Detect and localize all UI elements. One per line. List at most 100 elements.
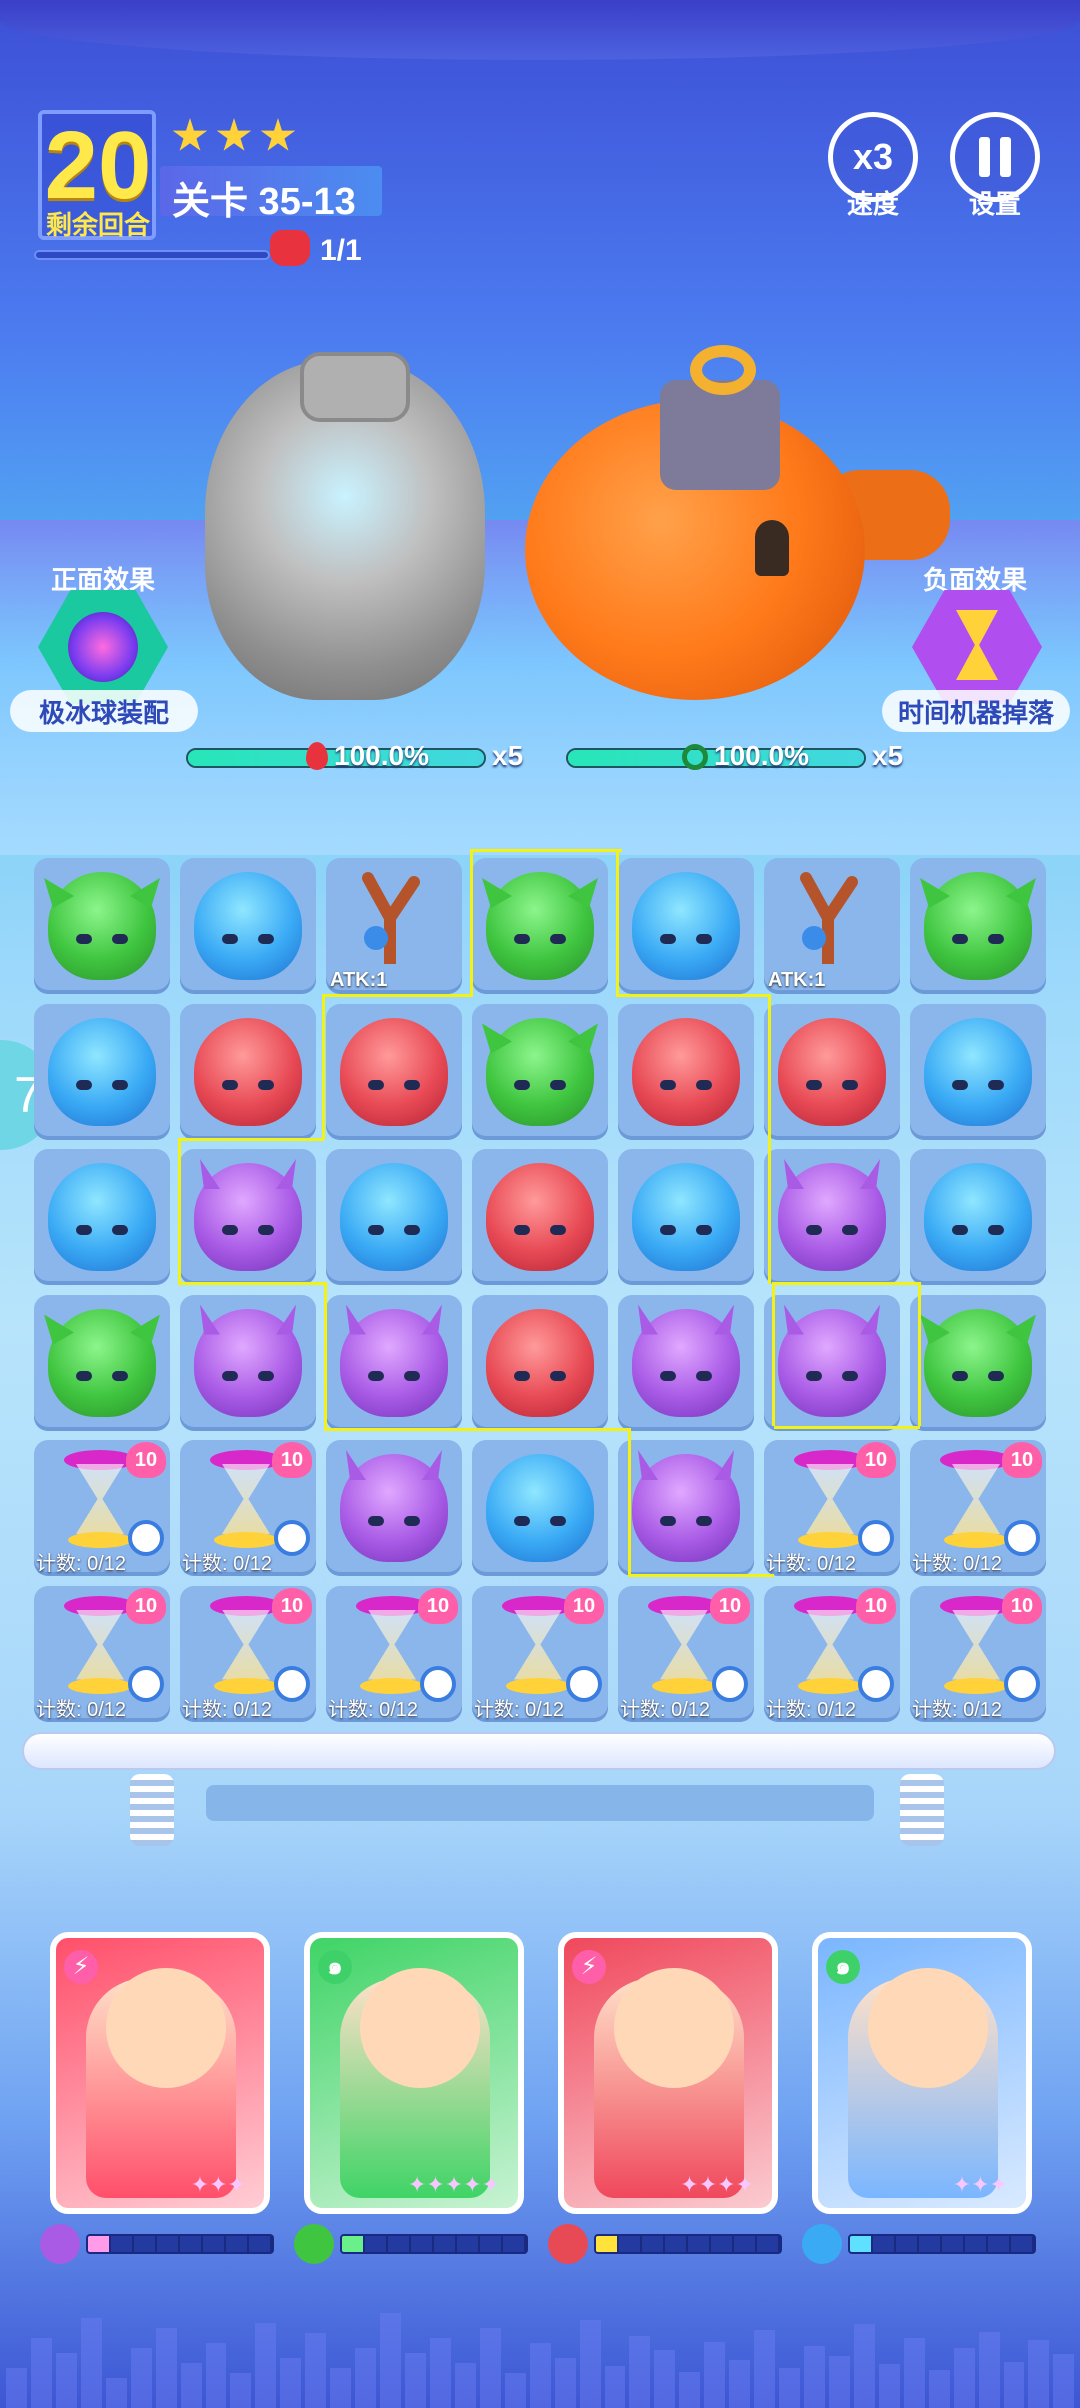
- board-cell[interactable]: [326, 1149, 462, 1285]
- hero-card[interactable]: ๑ ✦✦✦✦✦: [304, 1932, 524, 2214]
- hero-energy-bar: [594, 2234, 782, 2254]
- level-stars: [172, 118, 296, 154]
- board-cell[interactable]: [180, 858, 316, 994]
- board-cell[interactable]: [180, 1149, 316, 1285]
- board-cell[interactable]: 10 计数: 0/12: [910, 1440, 1046, 1576]
- board-cell[interactable]: [34, 858, 170, 994]
- board-cell[interactable]: [34, 1004, 170, 1140]
- board-cell[interactable]: [34, 1295, 170, 1431]
- board-cell[interactable]: [180, 1295, 316, 1431]
- eye: [696, 1371, 712, 1381]
- match-path-segment: [628, 1574, 774, 1577]
- green-monster-icon: [924, 1309, 1032, 1417]
- equalizer-bar: [1004, 2362, 1025, 2408]
- hero-card[interactable]: ⚡ ✦✦✦✦: [558, 1932, 778, 2214]
- board-cell[interactable]: [618, 858, 754, 994]
- red-monster-icon: [486, 1309, 594, 1417]
- eye: [550, 1516, 566, 1526]
- equalizer-bar: [455, 2363, 476, 2408]
- board-cell[interactable]: [764, 1295, 900, 1431]
- board-cell[interactable]: [764, 1149, 900, 1285]
- red-monster-icon: [340, 1018, 448, 1126]
- hero-card[interactable]: ⚡ ✦✦✦: [50, 1932, 270, 2214]
- hg-bot: [652, 1678, 716, 1694]
- board-cell[interactable]: [910, 1295, 1046, 1431]
- board-cell[interactable]: 10 计数: 0/12: [764, 1440, 900, 1576]
- board-cell[interactable]: [180, 1004, 316, 1140]
- eye: [660, 934, 676, 944]
- energy-segment: [850, 2236, 873, 2252]
- board-cell[interactable]: [472, 1295, 608, 1431]
- board-cell[interactable]: 10 计数: 0/12: [34, 1440, 170, 1576]
- eye: [696, 1080, 712, 1090]
- eye: [222, 1371, 238, 1381]
- board-cell[interactable]: [326, 1004, 462, 1140]
- board-cell[interactable]: ATK:1: [764, 858, 900, 994]
- board-cell[interactable]: ATK:1: [326, 858, 462, 994]
- board-cell[interactable]: [326, 1295, 462, 1431]
- hg-glass: [222, 1464, 270, 1534]
- hourglass-counter: 计数: 0/12: [912, 1693, 1002, 1722]
- energy-segment: [896, 2236, 919, 2252]
- hg-glass: [368, 1610, 416, 1680]
- energy-segment: [411, 2236, 434, 2252]
- equalizer-bar: [430, 2338, 451, 2408]
- board-cell[interactable]: 10 计数: 0/12: [34, 1586, 170, 1722]
- board-cell[interactable]: 10 计数: 0/12: [618, 1586, 754, 1722]
- board-cell[interactable]: [472, 1440, 608, 1576]
- eye: [988, 1080, 1004, 1090]
- equalizer-bar: [405, 2353, 426, 2408]
- equalizer-bar: [804, 2346, 825, 2408]
- hero-star-rating: ✦✦✦✦: [680, 2172, 754, 2198]
- board-cell[interactable]: [910, 858, 1046, 994]
- eye: [222, 1080, 238, 1090]
- hero-energy-bar: [848, 2234, 1036, 2254]
- blue-monster-icon: [340, 1163, 448, 1271]
- board-cell[interactable]: [472, 1004, 608, 1140]
- board-cell[interactable]: [34, 1149, 170, 1285]
- board-cell[interactable]: 10 计数: 0/12: [472, 1586, 608, 1722]
- board-cell[interactable]: 10 计数: 0/12: [180, 1586, 316, 1722]
- robot-hp-text: 100.0%: [714, 740, 809, 772]
- equalizer-bar: [81, 2318, 102, 2408]
- eye: [258, 934, 274, 944]
- equalizer-bar: [255, 2323, 276, 2408]
- board-cell[interactable]: [472, 858, 608, 994]
- board-cell[interactable]: [326, 1440, 462, 1576]
- hero-card[interactable]: ๑ ✦✦✦: [812, 1932, 1032, 2214]
- match-path-segment: [324, 1282, 327, 1428]
- board-cell[interactable]: 10 计数: 0/12: [910, 1586, 1046, 1722]
- hero-face: [106, 1968, 226, 2088]
- hg-bot: [506, 1678, 570, 1694]
- equalizer-bar: [555, 2358, 576, 2408]
- match-path-segment: [322, 994, 325, 1140]
- board-cell[interactable]: [618, 1004, 754, 1140]
- board-cell[interactable]: [764, 1004, 900, 1140]
- hg-glass: [514, 1610, 562, 1680]
- clock-icon: [274, 1520, 310, 1556]
- board-cell[interactable]: 10 计数: 0/12: [180, 1440, 316, 1576]
- board-cell[interactable]: [910, 1149, 1046, 1285]
- hero-energy-bar: [340, 2234, 528, 2254]
- speed-button-label: x3: [853, 136, 893, 178]
- hg-bot: [68, 1678, 132, 1694]
- board-cell[interactable]: 10 计数: 0/12: [326, 1586, 462, 1722]
- blue-monster-icon: [194, 872, 302, 980]
- board-cell[interactable]: 10 计数: 0/12: [764, 1586, 900, 1722]
- top-banner: [0, 0, 1080, 60]
- board-cell[interactable]: [618, 1295, 754, 1431]
- board-cell[interactable]: [910, 1004, 1046, 1140]
- equalizer-bar: [704, 2342, 725, 2408]
- red-monster-icon: [194, 1018, 302, 1126]
- eye: [842, 1080, 858, 1090]
- star-icon: [260, 118, 296, 154]
- eye: [514, 1516, 530, 1526]
- hero-type-icon: [802, 2224, 842, 2264]
- golem-hp-text: 100.0%: [334, 740, 429, 772]
- hourglass-badge: 10: [272, 1442, 312, 1478]
- board-cell[interactable]: [472, 1149, 608, 1285]
- board-cell[interactable]: [618, 1149, 754, 1285]
- energy-segment: [596, 2236, 619, 2252]
- board-cell[interactable]: [618, 1440, 754, 1576]
- settings-label: 设置: [945, 184, 1045, 221]
